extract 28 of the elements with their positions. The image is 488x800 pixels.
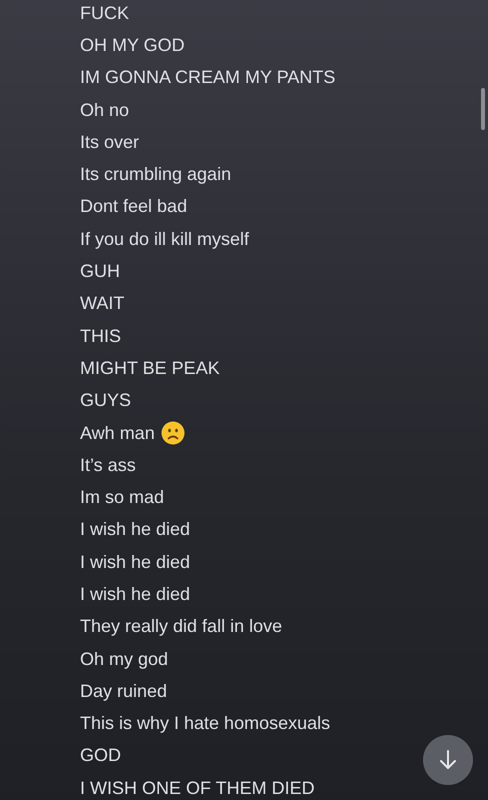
message-text: If you do ill kill myself — [80, 228, 250, 250]
message-text: THIS — [80, 326, 122, 347]
message-text: FUCK — [80, 2, 129, 24]
message-text: IM GONNA CREAM MY PANTS — [80, 67, 336, 88]
message-text: I wish he died — [80, 584, 190, 605]
message-text: This is why I hate homosexuals — [80, 713, 330, 734]
message-text: I WISH ONE OF THEM DIED — [80, 778, 315, 799]
message-text: Day ruined — [80, 680, 168, 702]
message-text: MIGHT BE PEAK — [80, 358, 220, 379]
message-text: Dont feel bad — [80, 196, 188, 218]
message-text: Oh my god — [80, 648, 168, 670]
message-text: WAIT — [80, 293, 124, 314]
message-text: OH MY GOD — [80, 34, 185, 56]
message-text: GOD — [80, 745, 122, 766]
message-text: I wish he died — [80, 552, 190, 573]
message-text: Awh man — [80, 422, 155, 444]
message-text: GUH — [80, 261, 120, 282]
message-text: GUYS — [80, 390, 132, 412]
message-text: Its over — [80, 132, 140, 153]
frowning-face-icon — [160, 421, 185, 445]
message-text: Oh no — [80, 100, 130, 121]
message-text: Im so mad — [80, 487, 164, 508]
message-text: I wish he died — [80, 519, 190, 540]
message-text: They really did fall in love — [80, 616, 282, 638]
message-text: Its crumbling again — [80, 164, 232, 186]
scroll-down-button[interactable] — [423, 735, 473, 785]
scrollbar-thumb[interactable] — [481, 88, 485, 130]
message-text: It’s ass — [80, 454, 136, 476]
